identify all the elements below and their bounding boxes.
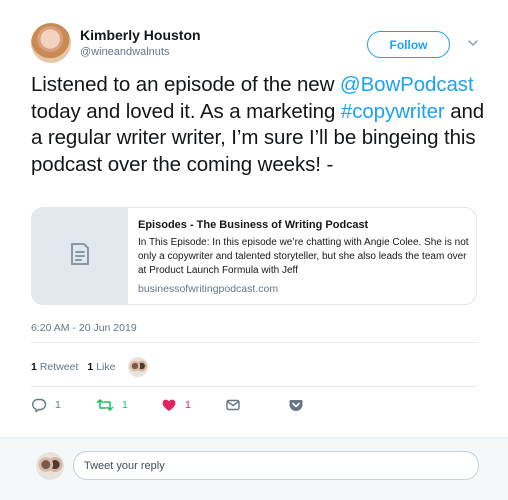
like-stat-count: 1	[87, 361, 94, 373]
like-button[interactable]: 1	[161, 397, 225, 413]
retweet-stat-label: Retweet	[39, 361, 79, 373]
tweet-text-part: Listened to an episode of the new	[31, 73, 340, 96]
author-name[interactable]: Kimberly Houston	[80, 27, 201, 43]
document-icon	[65, 239, 95, 274]
reply-count: 1	[55, 399, 61, 411]
retweet-button[interactable]: 1	[96, 397, 161, 413]
direct-message-button[interactable]	[225, 397, 288, 413]
like-count: 1	[185, 399, 191, 411]
reply-input[interactable]	[73, 451, 479, 480]
tweet-timestamp[interactable]: 6:20 AM - 20 Jun 2019	[31, 322, 137, 334]
tweet-text-part: today and loved it. As a marketing	[31, 99, 341, 123]
retweet-stat-count: 1	[31, 361, 37, 373]
divider	[31, 342, 477, 343]
pocket-icon	[288, 397, 304, 413]
retweet-count: 1	[122, 399, 128, 411]
author-handle[interactable]: @wineandwalnuts	[80, 46, 169, 58]
reply-icon	[31, 397, 47, 413]
engagement-stats: 1 Retweet 1 Like	[31, 355, 149, 379]
retweet-stat[interactable]: 1 Retweet	[31, 361, 78, 373]
heart-icon	[161, 397, 177, 413]
card-description: In This Episode: In this episode we’re c…	[138, 237, 469, 276]
like-stat[interactable]: 1 Like	[87, 361, 115, 373]
hashtag-link[interactable]: #copywriter	[341, 100, 445, 123]
reply-button[interactable]: 1	[31, 397, 96, 413]
chevron-down-icon[interactable]	[466, 36, 480, 50]
link-card[interactable]: Episodes - The Business of Writing Podca…	[31, 207, 477, 305]
divider	[31, 386, 477, 387]
tweet-detail: Kimberly Houston @wineandwalnuts Follow …	[0, 0, 508, 500]
follow-button[interactable]: Follow	[367, 31, 450, 58]
liker-avatar[interactable]	[128, 357, 149, 377]
author-avatar[interactable]	[31, 23, 71, 63]
envelope-icon	[225, 397, 241, 413]
current-user-avatar	[36, 452, 64, 480]
mention-link[interactable]: @BowPodcast	[340, 73, 474, 96]
save-to-pocket-button[interactable]	[288, 397, 304, 413]
retweet-icon	[96, 397, 114, 413]
card-title: Episodes - The Business of Writing Podca…	[138, 219, 369, 231]
tweet-text: Listened to an episode of the new @BowPo…	[31, 72, 486, 178]
like-stat-label: Like	[96, 361, 116, 373]
card-thumbnail	[32, 208, 128, 304]
reply-composer	[0, 437, 508, 500]
tweet-actions: 1 1 1	[31, 395, 304, 415]
card-domain: businessofwritingpodcast.com	[138, 283, 279, 295]
